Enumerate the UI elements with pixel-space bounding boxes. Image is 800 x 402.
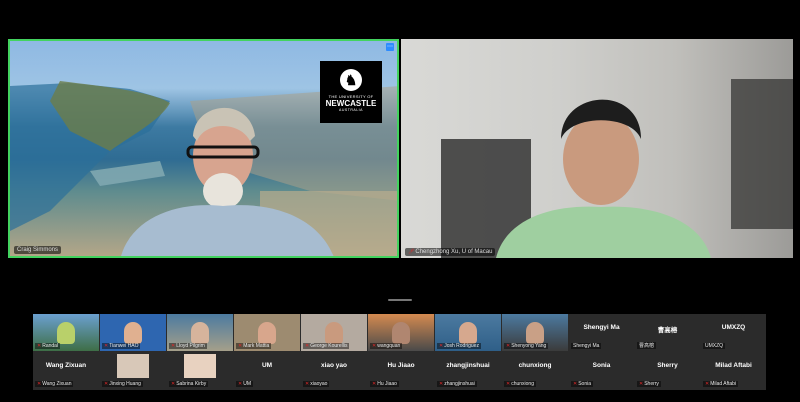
mic-off-icon: ✕	[506, 381, 511, 387]
participant-name: 🎤︎Chengzhong Xu, U of Macau	[405, 248, 496, 256]
speaker-video-craig[interactable]: ♞ THE UNIVERSITY OF NEWCASTLE AUSTRALIA …	[8, 39, 399, 258]
gallery-tile[interactable]: ✕Tianwei HAO	[100, 314, 166, 351]
mic-off-icon: ✕	[439, 343, 444, 349]
logo-line-2: NEWCASTLE	[325, 99, 377, 108]
speaker-video-chengzhong[interactable]: 🎤︎Chengzhong Xu, U of Macau	[401, 39, 793, 258]
gallery-tile[interactable]: UM ✕UM	[234, 352, 300, 389]
mic-off-icon: ✕	[104, 343, 109, 349]
mic-off-icon: ✕	[305, 343, 310, 349]
mic-off-icon: ✕	[506, 343, 511, 349]
gallery-tile[interactable]: Shengyi Ma Shengyi Ma	[569, 314, 634, 351]
gallery-tile[interactable]: ✕Lloyd Pilgrim	[167, 314, 233, 351]
mic-off-icon: ✕	[37, 343, 42, 349]
gallery-tile[interactable]: ✕Shenyong Yang	[502, 314, 568, 351]
office-background	[441, 79, 793, 258]
gallery-tile[interactable]: ✕Jinxing Huang	[100, 352, 166, 389]
gallery-tile[interactable]: chunxiong ✕chunxiong	[502, 352, 568, 389]
mic-off-icon: ✕	[372, 381, 377, 387]
mic-off-icon: ✕	[573, 381, 578, 387]
university-logo: ♞ THE UNIVERSITY OF NEWCASTLE AUSTRALIA	[320, 61, 382, 123]
gallery-tile[interactable]: ✕Sabrina Kirby	[167, 352, 233, 389]
resize-handle[interactable]	[388, 299, 412, 301]
gallery-tile[interactable]: Wang Zixuan ✕Wang Zixuan	[33, 352, 99, 389]
participant-gallery: ✕Randal ✕Tianwei HAO ✕Lloyd Pilgrim ✕Mar…	[33, 314, 766, 390]
mic-off-icon: ✕	[104, 381, 109, 387]
gallery-tile[interactable]: ✕George Kourellis	[301, 314, 367, 351]
mic-off-icon: ✕	[238, 343, 243, 349]
mic-off-icon: ✕	[305, 381, 310, 387]
mic-off-icon: ✕	[37, 381, 42, 387]
mic-off-icon: ✕	[171, 343, 176, 349]
gallery-tile[interactable]: Sonia ✕Sonia	[569, 352, 634, 389]
avatar	[117, 354, 149, 378]
mic-off-icon: ✕	[238, 381, 243, 387]
mic-off-icon: ✕	[705, 381, 710, 387]
mic-off-icon: ✕	[372, 343, 377, 349]
logo-line-3: AUSTRALIA	[339, 108, 363, 112]
gallery-tile[interactable]: Milad Aftabi ✕Milad Aftabi	[701, 352, 766, 389]
mic-off-icon: ✕	[639, 381, 644, 387]
gallery-tile[interactable]: ✕wangquan	[368, 314, 434, 351]
gallery-tile[interactable]: ✕Mark Mattia	[234, 314, 300, 351]
gallery-tile[interactable]: 曹高榕 曹高榕	[635, 314, 700, 351]
gallery-tile[interactable]: Sherry ✕Sherry	[635, 352, 700, 389]
gallery-tile[interactable]: zhangjinshuai ✕zhangjinshuai	[435, 352, 501, 389]
gallery-tile[interactable]: xiao yao ✕xiaoyao	[301, 352, 367, 389]
mic-off-icon: ✕	[171, 381, 176, 387]
mic-off-icon: ✕	[439, 381, 444, 387]
video-options-button[interactable]: ⋯	[386, 43, 394, 51]
gallery-tile[interactable]: Hu Jiaao ✕Hu Jiaao	[368, 352, 434, 389]
avatar	[184, 354, 216, 378]
participant-name: Craig Simmons	[14, 246, 62, 254]
gallery-tile[interactable]: UMXZQ UMXZQ	[701, 314, 766, 351]
gallery-tile[interactable]: ✕Randal	[33, 314, 99, 351]
seahorse-icon: ♞	[340, 69, 362, 91]
gallery-tile[interactable]: ✕Josh Rodriguez	[435, 314, 501, 351]
mic-icon: 🎤︎	[408, 249, 415, 255]
